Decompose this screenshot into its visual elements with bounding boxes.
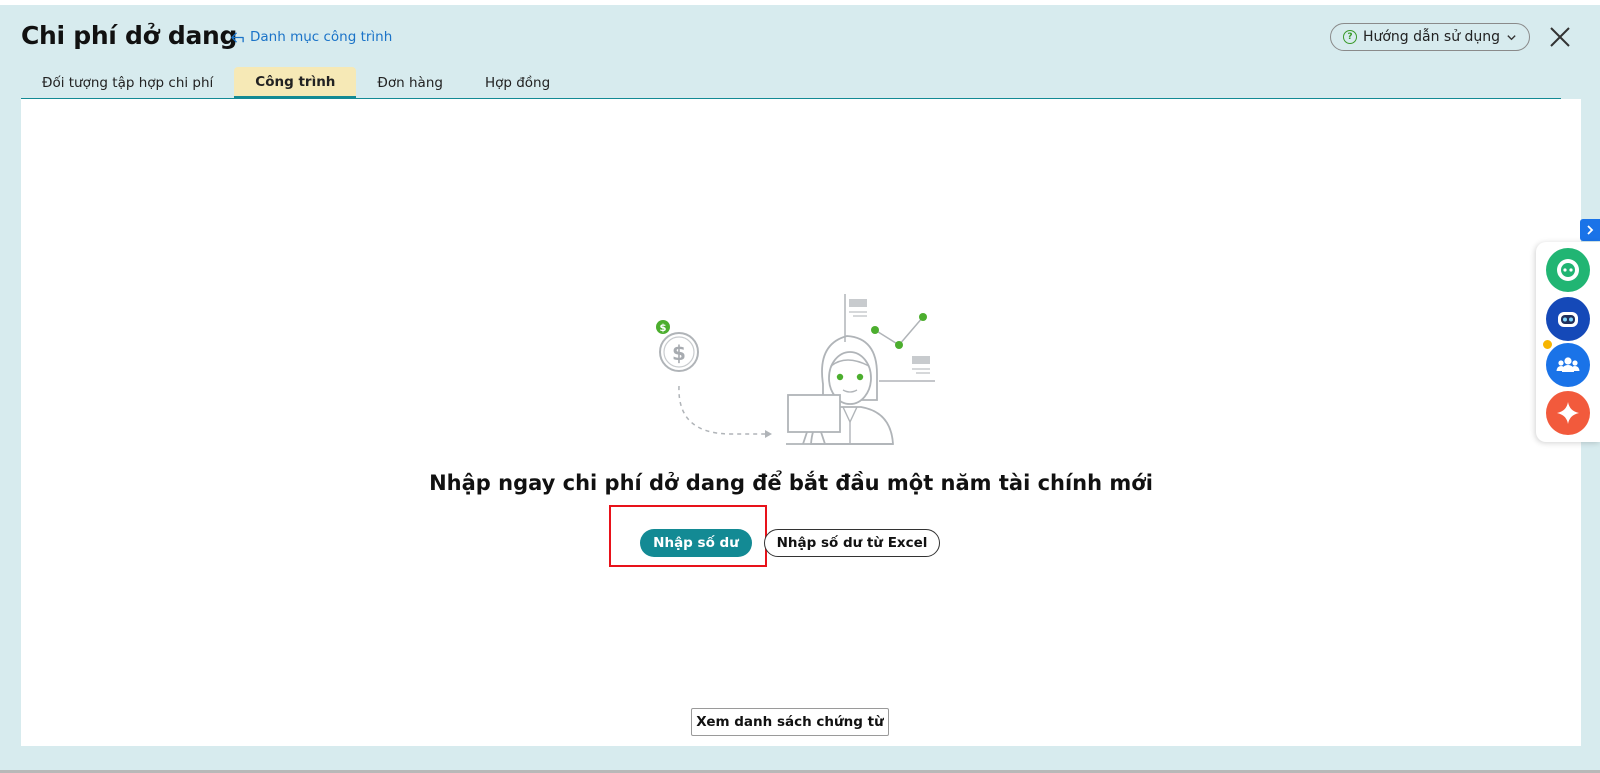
tab-label: Công trình [255,73,336,90]
close-icon [1550,27,1570,47]
tab-label: Đơn hàng [377,75,443,91]
side-dock [1536,242,1600,442]
community-icon[interactable] [1546,343,1590,387]
empty-state-illustration: $ $ [656,294,935,445]
page-title: Chi phí dở dang [21,21,238,50]
help-circle-icon: ? [1342,30,1357,44]
chevron-down-icon [1507,34,1516,40]
tab-label: Hợp đồng [484,75,551,91]
tab-label: Đối tượng tập hợp chi phí [42,75,214,91]
app-window: Chi phí dở dang Danh mục công trình ? Hư… [0,5,1600,773]
side-dock-toggle[interactable] [1580,219,1600,241]
content-panel: $ $ Nhập ngay chi phí dở dang để bắt đầu… [21,99,1581,746]
chat-bubble-icon [1557,259,1579,281]
back-arrow-icon [231,31,244,43]
highlight-box [609,505,767,567]
empty-state-headline: Nhập ngay chi phí dở dang để bắt đầu một… [429,471,1153,495]
close-button[interactable] [1546,23,1574,51]
help-button-label: Hướng dẫn sử dụng [1362,29,1501,45]
people-group-icon [1556,357,1580,372]
tab-orders[interactable]: Đơn hàng [356,67,464,99]
tab-projects[interactable]: Công trình [234,67,357,99]
import-excel-button[interactable]: Nhập số dư từ Excel [764,529,940,557]
robot-assistant-icon[interactable] [1546,297,1590,341]
category-link[interactable]: Danh mục công trình [230,29,392,45]
view-vouchers-button[interactable]: Xem danh sách chứng từ [691,708,889,736]
svg-text:$: $ [660,323,667,334]
notification-badge [1542,339,1553,350]
svg-text:$: $ [672,341,686,365]
robot-face-icon [1558,312,1578,327]
tab-cost-objects[interactable]: Đối tượng tập hợp chi phí [21,67,234,99]
chat-support-icon[interactable] [1546,248,1590,292]
chevron-right-icon [1587,225,1594,235]
tab-contracts[interactable]: Hợp đồng [464,67,571,99]
help-button[interactable]: ? Hướng dẫn sử dụng [1330,23,1530,51]
category-link-label: Danh mục công trình [250,29,393,45]
tab-bar: Đối tượng tập hợp chi phí Công trình Đơn… [21,67,571,99]
ai-sparkle-icon[interactable] [1546,391,1590,435]
sparkle-icon [1557,402,1579,424]
